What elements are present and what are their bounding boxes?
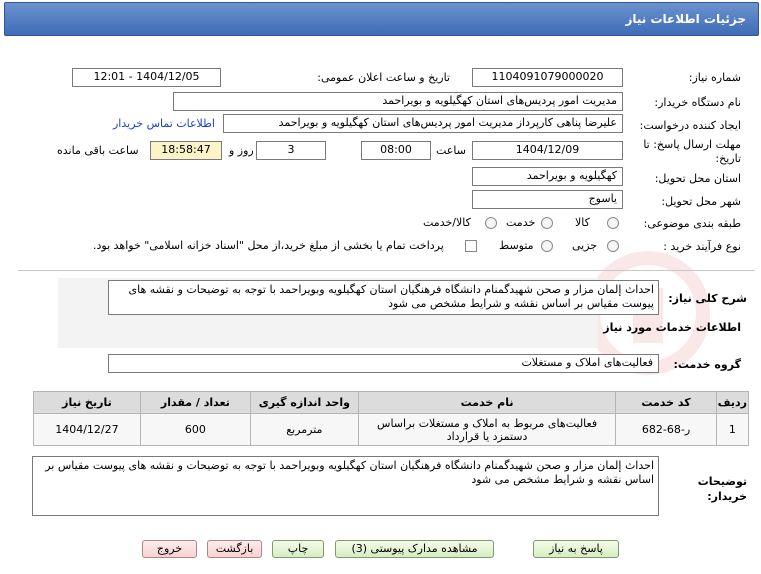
buyer-contact-link[interactable]: اطلاعات تماس خریدار: [113, 117, 215, 130]
announce-date-field: 1404/12/05 - 12:01: [72, 68, 221, 87]
buyer-org-label: نام دستگاه خریدار:: [654, 96, 741, 109]
back-button[interactable]: بازگشت: [207, 540, 262, 558]
cell-unit: مترمربع: [249, 413, 359, 446]
province-label: استان محل تحویل:: [654, 172, 741, 185]
province-field: کهگیلویه و بویراحمد: [472, 167, 623, 186]
col-date: تاریخ نیاز: [33, 391, 141, 414]
col-code: کد خدمت: [615, 391, 717, 414]
summary-textarea[interactable]: احداث إلمان مزار و صحن شهیدگمنام دانشگاه…: [108, 280, 659, 315]
services-section-title: اطلاعات خدمات مورد نیاز: [603, 321, 741, 334]
city-field: یاسوج: [472, 190, 623, 209]
creator-label: ایجاد کننده درخواست:: [639, 119, 741, 132]
category-label: طبقه بندی موضوعی:: [643, 217, 741, 230]
reply-button[interactable]: پاسخ به نیاز: [533, 540, 619, 558]
buyer-org-field: مدیریت امور پردیس‌های استان کهگیلویه و ب…: [173, 92, 623, 111]
service-group-label: گروه خدمت:: [673, 358, 741, 371]
category-goods-label: کالا: [575, 216, 590, 229]
summary-label: شرح کلی نیاز:: [668, 292, 747, 305]
treasury-payment-note: پرداخت تمام یا بخشی از مبلغ خرید،از محل …: [93, 239, 444, 252]
need-number-label: شماره نیاز:: [688, 71, 741, 84]
purchase-minor-radio[interactable]: [607, 240, 619, 252]
deadline-label: مهلت ارسال پاسخ: تا تاریخ:: [643, 138, 741, 165]
purchase-medium-radio[interactable]: [541, 240, 553, 252]
cell-name: فعالیت‌های مربوط به املاک و مستغلات براس…: [357, 413, 617, 446]
cell-row: 1: [715, 413, 750, 446]
city-label: شهر محل تحویل:: [661, 195, 741, 208]
announce-date-label: تاریخ و ساعت اعلان عمومی:: [317, 71, 450, 84]
cell-quantity: 600: [139, 413, 251, 446]
category-service-label: خدمت: [506, 216, 536, 229]
days-label: روز و: [229, 144, 254, 157]
col-quantity: تعداد / مقدار: [139, 391, 251, 414]
category-goods-service-label: کالا/خدمت: [423, 216, 471, 229]
col-row: ردیف: [715, 391, 750, 414]
need-number-field: 1104091079000020: [472, 68, 623, 87]
section-divider: [18, 270, 755, 271]
attachments-button[interactable]: مشاهده مدارک پیوستی (3): [335, 540, 494, 558]
col-unit: واحد اندازه گیری: [249, 391, 359, 414]
table-header-row: ردیف کد خدمت نام خدمت واحد اندازه گیری ت…: [33, 391, 750, 414]
deadline-date-field: 1404/12/09: [472, 141, 623, 160]
treasury-payment-checkbox[interactable]: [465, 240, 477, 252]
days-field: 3: [256, 141, 326, 160]
creator-field: علیرضا پناهی کارپرداز مدیریت امور پردیس‌…: [223, 114, 623, 133]
remaining-time-label: ساعت باقی مانده: [57, 144, 139, 157]
remaining-time-field: 18:58:47: [150, 141, 222, 160]
page-title: جزئیات اطلاعات نیاز: [625, 12, 746, 26]
page-header: جزئیات اطلاعات نیاز: [4, 2, 759, 36]
table-row: 1 ر-68-682 فعالیت‌های مربوط به املاک و م…: [33, 413, 750, 446]
deadline-time-field: 08:00: [361, 141, 431, 160]
services-table: ردیف کد خدمت نام خدمت واحد اندازه گیری ت…: [33, 391, 750, 446]
buyer-notes-textarea[interactable]: احداث إلمان مزار و صحن شهیدگمنام دانشگاه…: [32, 456, 659, 516]
print-button[interactable]: چاپ: [272, 540, 324, 558]
category-goods-service-radio[interactable]: [485, 217, 497, 229]
purchase-minor-label: جزیی: [572, 239, 598, 252]
exit-button[interactable]: خروج: [142, 540, 197, 558]
service-group-field: فعالیت‌های املاک و مستغلات: [108, 354, 659, 373]
category-goods-radio[interactable]: [607, 217, 619, 229]
buyer-notes-label: توضیحات خریدار:: [697, 475, 747, 503]
purchase-medium-label: متوسط: [499, 239, 534, 252]
purchase-type-label: نوع فرآیند خرید :: [663, 240, 741, 253]
cell-date: 1404/12/27: [33, 413, 141, 446]
category-service-radio[interactable]: [541, 217, 553, 229]
deadline-time-label: ساعت: [436, 144, 466, 157]
cell-code: ر-68-682: [615, 413, 717, 446]
col-name: نام خدمت: [357, 391, 617, 414]
